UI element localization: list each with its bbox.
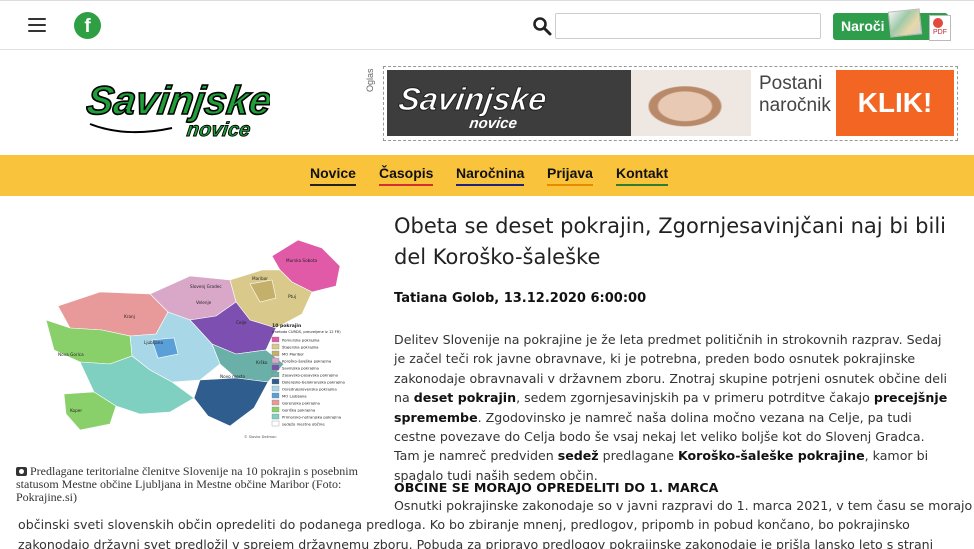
map-legend-label: Zasavsko-posavska pokrajina bbox=[282, 372, 338, 377]
hamburger-icon[interactable] bbox=[28, 18, 46, 32]
map-label-celje: Celje bbox=[236, 320, 247, 325]
map-label-koper: Koper bbox=[70, 408, 82, 413]
map-legend-label: MO Maribor bbox=[282, 351, 304, 356]
magazine-thumbnail[interactable] bbox=[887, 8, 923, 38]
map-legend-label: Štajerska pokrajina bbox=[282, 344, 318, 349]
map-legend-label: Primorsko-notranjska pokrajina bbox=[282, 414, 341, 419]
map-label-ptuj: Ptuj bbox=[288, 294, 296, 299]
map-legend-label: Goriška pokrajina bbox=[282, 407, 315, 412]
map-legend-title: 10 pokrajin bbox=[272, 323, 301, 329]
map-legend-swatch bbox=[271, 385, 280, 392]
map-label-ljubljana: Ljubljana bbox=[144, 340, 163, 345]
map-legend-subtitle: (metoda CURDS, preureijene iz 12 FR) bbox=[272, 330, 341, 334]
lede-part: , sedem zgornjesavinjskih pa v primeru p… bbox=[516, 390, 874, 406]
nav-kontakt[interactable]: Kontakt bbox=[616, 165, 669, 186]
search-input[interactable] bbox=[555, 13, 821, 39]
map-legend-label: Pomurska pokrajina bbox=[282, 337, 319, 342]
ad-label: Oglas bbox=[365, 68, 375, 92]
main-nav: Novice Časopis Naročnina Prijava Kontakt bbox=[0, 155, 974, 196]
lede-part: predlagane bbox=[598, 448, 678, 464]
pdf-label: PDF bbox=[933, 29, 947, 36]
map-label-nova-gorica: Nova Gorica bbox=[58, 352, 84, 357]
subscribe-label: Naroči bbox=[841, 18, 885, 34]
article-lede: Delitev Slovenije na pokrajine je že let… bbox=[394, 330, 954, 485]
nav-casopis[interactable]: Časopis bbox=[379, 165, 434, 186]
image-caption: Predlagane teritorialne členitve Sloveni… bbox=[16, 465, 376, 504]
article-byline: Tatiana Golob, 13.12.2020 6:00:00 bbox=[394, 291, 647, 306]
top-bar: f Naroči PDF bbox=[0, 0, 974, 50]
ad-logo-text: Savinjske bbox=[396, 81, 549, 117]
logo-subtext: novice bbox=[185, 119, 251, 141]
map-legend-label: Dolenjsko-belokranjska pokrajina bbox=[282, 379, 345, 384]
article-subhead: OBČINE SE MORAJO OPREDELITI DO 1. MARCA bbox=[394, 480, 719, 495]
article-body-line: občinski sveti slovenskih občin opredeli… bbox=[18, 517, 910, 532]
nav-prijava[interactable]: Prijava bbox=[547, 165, 593, 186]
map-label-murska-sobota: Murska Sobota bbox=[286, 258, 318, 263]
facebook-icon[interactable]: f bbox=[74, 12, 101, 39]
map-credit: © Slavko Dežman bbox=[244, 435, 276, 439]
map-legend-label: MO Ljubljana bbox=[282, 393, 307, 398]
map-legend-swatch bbox=[271, 343, 280, 350]
ad-tagline: Postani naročnik bbox=[759, 73, 831, 117]
map-legend-swatch bbox=[271, 371, 280, 378]
lede-bold: Koroško-šaleške pokrajine bbox=[677, 448, 865, 464]
map-label-velenje: Velenje bbox=[196, 300, 212, 305]
map-legend-label: Osrednjeslovenska pokrajina bbox=[282, 386, 337, 391]
lede-bold: deset pokrajin bbox=[413, 390, 517, 406]
map-legend-swatch bbox=[271, 336, 280, 343]
map-legend-label: Gorenjska pokrajina bbox=[282, 400, 320, 405]
map-label-novo-mesto: Novo mesto bbox=[220, 374, 246, 379]
map-legend-label: Savinjska pokrajina bbox=[282, 365, 319, 370]
map-legend-swatch bbox=[271, 357, 280, 364]
pdf-icon[interactable]: PDF bbox=[929, 15, 951, 41]
article-body-line: Osnutki pokrajinske zakonodaje so v javn… bbox=[394, 498, 973, 513]
map-legend-swatch bbox=[271, 406, 280, 413]
map-legend-swatch bbox=[271, 364, 280, 371]
lede-bold: sedež bbox=[557, 448, 599, 464]
caption-text: Predlagane teritorialne členitve Sloveni… bbox=[16, 464, 358, 504]
map-region-dolenjsko-belokranjska bbox=[193, 377, 269, 427]
logo-text: Savinjske bbox=[86, 78, 270, 123]
camera-icon bbox=[16, 467, 27, 476]
map-legend-swatch bbox=[271, 392, 280, 399]
ad-photo bbox=[631, 70, 751, 136]
ad-cta[interactable]: KLIK! bbox=[836, 70, 954, 136]
ad-logo-panel: Savinjske novice bbox=[387, 70, 631, 136]
nav-novice[interactable]: Novice bbox=[310, 165, 356, 186]
map-legend-swatch bbox=[271, 420, 280, 427]
nav-narocnina[interactable]: Naročnina bbox=[456, 165, 525, 186]
ad-line2: naročnik bbox=[759, 95, 831, 116]
map-legend-swatch bbox=[271, 378, 280, 385]
article-title: Obeta se deset pokrajin, Zgornjesavinjča… bbox=[394, 214, 946, 269]
search-icon[interactable] bbox=[532, 16, 552, 36]
ad-line1: Postani bbox=[759, 73, 823, 94]
map-legend-label: sedežo mestne občine bbox=[282, 421, 325, 426]
map-label-kranj: Kranj bbox=[124, 314, 135, 319]
map-label-maribor: Maribor bbox=[252, 276, 268, 281]
map-legend-label: Koroško-šaleška pokrajina bbox=[282, 358, 331, 363]
regions-map[interactable]: Murska Sobota Maribor Ptuj Slovenj Grade… bbox=[40, 236, 370, 442]
map-legend-swatch bbox=[271, 413, 280, 420]
map-legend-swatch bbox=[271, 350, 280, 357]
ad-logo-subtext: novice bbox=[468, 115, 518, 132]
site-logo[interactable]: Savinjske novice bbox=[86, 66, 270, 144]
map-label-krsko: Krško bbox=[256, 360, 268, 365]
article-body-line: zakonodajo državni svet predložil v spre… bbox=[18, 537, 934, 549]
map-label-slovenj-gradec: Slovenj Gradec bbox=[190, 284, 222, 289]
ad-banner[interactable]: Savinjske novice Postani naročnik KLIK! bbox=[383, 66, 958, 141]
map-legend-swatch bbox=[271, 399, 280, 406]
